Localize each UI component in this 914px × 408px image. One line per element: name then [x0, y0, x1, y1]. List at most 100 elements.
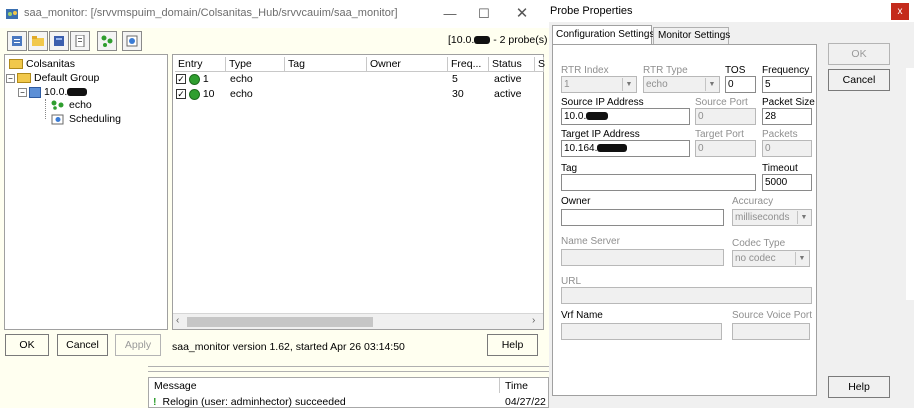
- tab-configuration-settings[interactable]: Configuration Settings: [552, 25, 654, 45]
- url-input[interactable]: [561, 287, 812, 304]
- tree-node-group[interactable]: − Default Group: [6, 71, 99, 85]
- source-ip-input[interactable]: 10.0.: [561, 108, 690, 125]
- database-icon: [53, 35, 65, 47]
- cancel-button[interactable]: Cancel: [57, 334, 108, 356]
- frequency-input[interactable]: 5: [762, 76, 812, 93]
- schedule-icon: [51, 114, 65, 125]
- redacted-ip: [597, 144, 628, 153]
- horizontal-scrollbar[interactable]: ‹ ›: [173, 313, 543, 329]
- enable-checkbox[interactable]: ✓: [176, 74, 186, 85]
- target-ip-input[interactable]: 10.164.: [561, 140, 690, 157]
- dialog-ok-button[interactable]: OK: [828, 43, 890, 65]
- tag-label: Tag: [561, 163, 578, 174]
- row-type-cell: echo: [230, 73, 253, 85]
- table-row[interactable]: ✓ 10 echo 30 active: [175, 87, 543, 102]
- toolbar-folder-button[interactable]: [28, 31, 48, 51]
- toolbar-properties-button[interactable]: [7, 31, 27, 51]
- redacted-ip: [67, 88, 88, 97]
- column-header-type[interactable]: Type: [226, 57, 285, 72]
- column-header-entry[interactable]: Entry: [175, 57, 226, 72]
- row-entry-cell: ✓ 1: [176, 73, 209, 85]
- apply-button[interactable]: Apply: [115, 334, 161, 356]
- help-button[interactable]: Help: [487, 334, 538, 356]
- chevron-down-icon: ▼: [797, 211, 810, 224]
- source-port-label: Source Port: [695, 97, 748, 108]
- dialog-close-icon[interactable]: x: [891, 3, 909, 20]
- collapse-icon[interactable]: −: [6, 73, 15, 83]
- scrollbar-thumb[interactable]: [187, 317, 373, 327]
- probe-tree[interactable]: Colsanitas − Default Group −10.0. echo Sc…: [4, 54, 168, 330]
- log-column-message[interactable]: Message: [154, 380, 197, 392]
- properties-icon: [11, 35, 23, 47]
- log-row[interactable]: ! Relogin (user: adminhector) succeeded: [153, 396, 548, 408]
- minimize-icon[interactable]: —: [440, 4, 460, 24]
- column-header-frequency[interactable]: Freq...: [448, 57, 489, 72]
- toolbar: [10.0. - 2 probe(s): [0, 28, 549, 54]
- packet-size-input[interactable]: 28: [762, 108, 812, 125]
- app-icon: [5, 7, 19, 21]
- status-ok-icon: [188, 88, 200, 100]
- source-voice-port-label: Source Voice Port: [732, 310, 813, 321]
- close-icon[interactable]: ✕: [512, 4, 532, 24]
- collapse-icon[interactable]: −: [18, 87, 27, 97]
- ok-button[interactable]: OK: [5, 334, 49, 356]
- chevron-down-icon: ▼: [622, 78, 635, 91]
- dialog-help-button[interactable]: Help: [828, 376, 890, 398]
- toolbar-schedule-button[interactable]: [122, 31, 142, 51]
- enable-checkbox[interactable]: ✓: [176, 89, 186, 100]
- rtr-type-select[interactable]: echo ▼: [643, 76, 720, 93]
- title-bar: saa_monitor: [/srvvmspuim_domain/Colsani…: [0, 0, 549, 28]
- packet-size-label: Packet Size: [762, 97, 815, 108]
- scroll-right-icon[interactable]: ›: [532, 315, 535, 326]
- dialog-cancel-button[interactable]: Cancel: [828, 69, 890, 91]
- probe-grid[interactable]: Entry Type Tag Owner Freq... Status S ✓ …: [172, 54, 545, 330]
- tree-node-root[interactable]: Colsanitas: [9, 57, 75, 71]
- column-header-owner[interactable]: Owner: [367, 57, 448, 72]
- row-entry-cell: ✓ 10: [176, 88, 215, 100]
- host-icon: [29, 86, 41, 98]
- document-icon: [74, 34, 86, 48]
- toolbar-database-button[interactable]: [49, 31, 69, 51]
- source-voice-port-input[interactable]: [732, 323, 810, 340]
- rtr-index-select[interactable]: 1 ▼: [561, 76, 637, 93]
- tree-node-echo[interactable]: echo: [51, 98, 92, 112]
- timeout-input[interactable]: 5000: [762, 174, 812, 191]
- tos-label: TOS: [725, 65, 746, 76]
- tab-monitor-settings[interactable]: Monitor Settings: [653, 27, 730, 45]
- column-header-tag[interactable]: Tag: [285, 57, 367, 72]
- timeout-label: Timeout: [762, 163, 798, 174]
- tree-node-host[interactable]: −10.0.: [18, 85, 88, 99]
- chevron-down-icon: ▼: [795, 252, 808, 265]
- log-column-time[interactable]: Time: [505, 380, 528, 392]
- folder-icon: [32, 35, 44, 47]
- packets-input[interactable]: 0: [762, 140, 812, 157]
- rtr-type-label: RTR Type: [643, 65, 688, 76]
- row-type-cell: echo: [230, 88, 253, 100]
- table-row[interactable]: ✓ 1 echo 5 active: [175, 72, 543, 87]
- tos-input[interactable]: 0: [725, 76, 756, 93]
- tag-input[interactable]: [561, 174, 756, 191]
- maximize-icon[interactable]: ☐: [474, 4, 494, 24]
- target-port-input[interactable]: 0: [695, 140, 756, 157]
- log-separator: [148, 366, 549, 372]
- row-status-cell: active: [494, 73, 522, 85]
- row-status-cell: active: [494, 88, 522, 100]
- name-server-input[interactable]: [561, 249, 724, 266]
- column-header-status[interactable]: Status: [489, 57, 535, 72]
- owner-input[interactable]: [561, 209, 724, 226]
- codec-type-select[interactable]: no codec ▼: [732, 250, 810, 267]
- accuracy-select[interactable]: milliseconds ▼: [732, 209, 812, 226]
- toolbar-group-button[interactable]: [97, 31, 117, 51]
- scroll-left-icon[interactable]: ‹: [176, 315, 179, 326]
- vrf-name-input[interactable]: [561, 323, 722, 340]
- toolbar-document-button[interactable]: [70, 31, 90, 51]
- schedule-icon: [126, 35, 138, 47]
- source-port-input[interactable]: 0: [695, 108, 756, 125]
- log-panel[interactable]: Message Time ! Relogin (user: adminhector…: [148, 377, 549, 408]
- redacted-ip: [586, 112, 609, 121]
- column-header-s[interactable]: S: [535, 57, 545, 72]
- log-column-divider: [499, 378, 500, 393]
- codec-type-label: Codec Type: [732, 238, 786, 249]
- tree-node-scheduling[interactable]: Scheduling: [51, 112, 121, 126]
- tree-connector: [45, 99, 46, 119]
